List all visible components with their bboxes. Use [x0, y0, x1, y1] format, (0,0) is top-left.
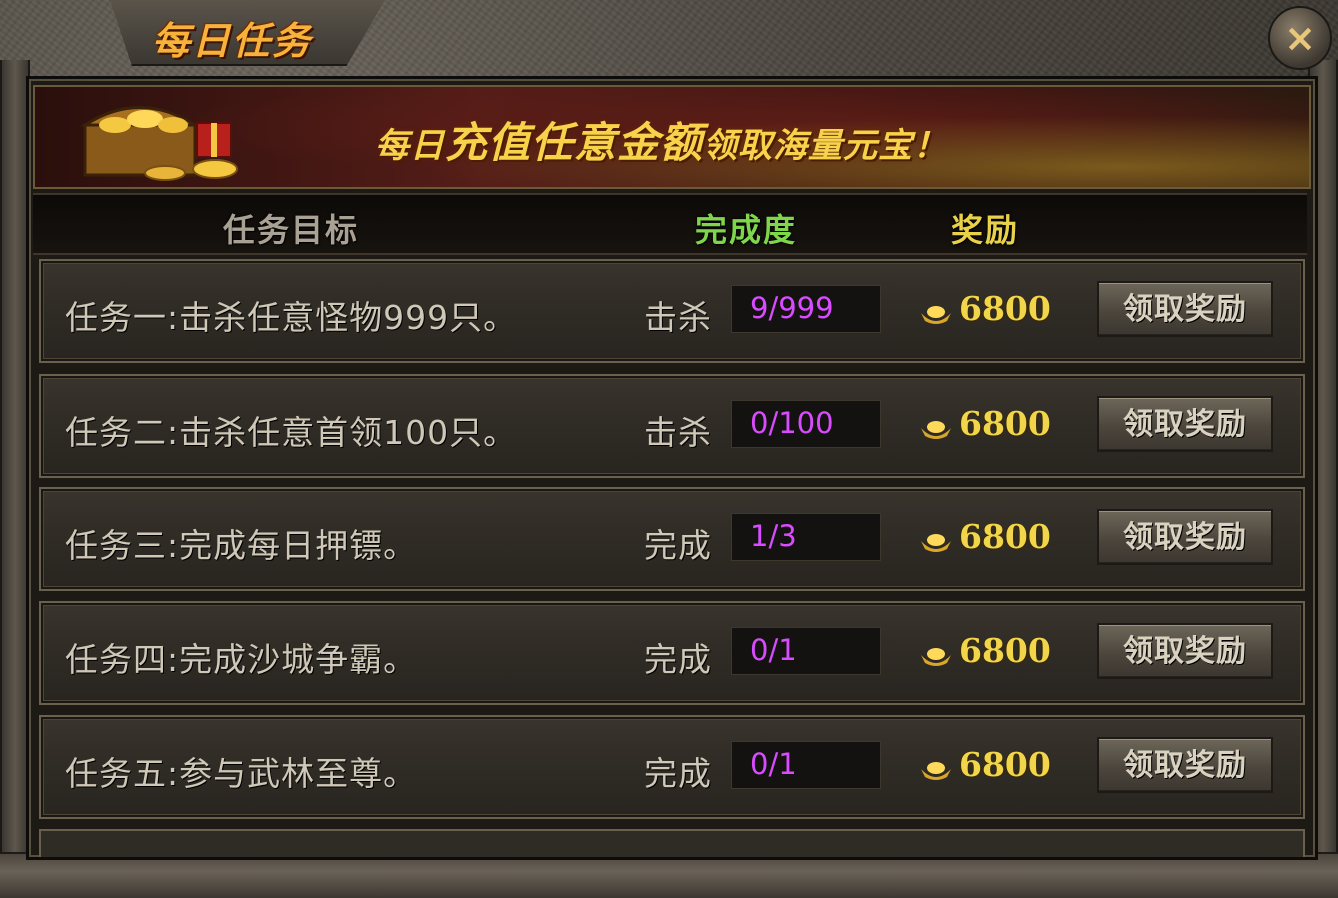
column-header-reward: 奖励 [951, 211, 1020, 249]
claim-reward-button[interactable]: 领取奖励 [1097, 737, 1273, 793]
progress-box: 9/999 [731, 285, 881, 333]
progress-value: 9/999 [750, 291, 834, 325]
task-row: 任务五:参与武林至尊。 完成 0/1 6800 领取奖励 [39, 715, 1305, 819]
close-icon: × [1284, 16, 1316, 60]
claim-reward-button[interactable]: 领取奖励 [1097, 509, 1273, 565]
task-action: 击杀 [644, 298, 712, 337]
task-panel: 每日充值任意金额领取海量元宝！ 任务目标 完成度 奖励 任务一:击杀任意怪物99… [26, 76, 1318, 860]
claim-reward-button[interactable]: 领取奖励 [1097, 396, 1273, 452]
reward-amount: 6800 [959, 289, 1051, 328]
task-row: 任务四:完成沙城争霸。 完成 0/1 6800 领取奖励 [39, 601, 1305, 705]
gold-ingot-icon [921, 762, 951, 780]
column-header-progress: 完成度 [695, 211, 798, 249]
treasure-chest-icon [79, 106, 238, 181]
task-row: 任务三:完成每日押镖。 完成 1/3 6800 领取奖励 [39, 487, 1305, 591]
reward-amount: 6800 [959, 745, 1051, 784]
task-row: 任务二:击杀任意首领100只。 击杀 0/100 6800 领取奖励 [39, 374, 1305, 478]
reward-amount: 6800 [959, 404, 1051, 443]
progress-box: 0/100 [731, 400, 881, 448]
table-header: 任务目标 完成度 奖励 [33, 193, 1307, 255]
close-button[interactable]: × [1268, 6, 1332, 70]
claim-reward-button[interactable]: 领取奖励 [1097, 281, 1273, 337]
gold-ingot-icon [921, 534, 951, 552]
task-action: 完成 [644, 526, 712, 565]
task-action: 完成 [644, 754, 712, 793]
column-header-goal: 任务目标 [223, 211, 360, 249]
gold-ingot-icon [921, 648, 951, 666]
recharge-banner: 每日充值任意金额领取海量元宝！ [33, 85, 1311, 189]
task-label: 任务三:完成每日押镖。 [65, 526, 418, 565]
window-title: 每日任务 [152, 19, 313, 63]
task-action: 击杀 [644, 413, 712, 452]
banner-text: 每日充值任意金额领取海量元宝！ [375, 118, 949, 167]
task-action: 完成 [644, 640, 712, 679]
claim-reward-button[interactable]: 领取奖励 [1097, 623, 1273, 679]
task-label: 任务五:参与武林至尊。 [65, 754, 418, 793]
scrollable-next-row[interactable] [39, 829, 1305, 857]
reward-amount: 6800 [959, 631, 1051, 670]
gold-ingot-icon [921, 306, 951, 324]
task-row: 任务一:击杀任意怪物999只。 击杀 9/999 6800 领取奖励 [39, 259, 1305, 363]
task-label: 任务一:击杀任意怪物999只。 [65, 298, 518, 337]
task-label: 任务二:击杀任意首领100只。 [65, 413, 518, 452]
progress-value: 0/100 [750, 406, 834, 440]
task-label: 任务四:完成沙城争霸。 [65, 640, 418, 679]
progress-value: 0/1 [750, 747, 797, 781]
progress-value: 0/1 [750, 633, 797, 667]
progress-box: 0/1 [731, 741, 881, 789]
progress-value: 1/3 [750, 519, 797, 553]
progress-box: 1/3 [731, 513, 881, 561]
reward-amount: 6800 [959, 517, 1051, 556]
progress-box: 0/1 [731, 627, 881, 675]
gold-ingot-icon [921, 421, 951, 439]
